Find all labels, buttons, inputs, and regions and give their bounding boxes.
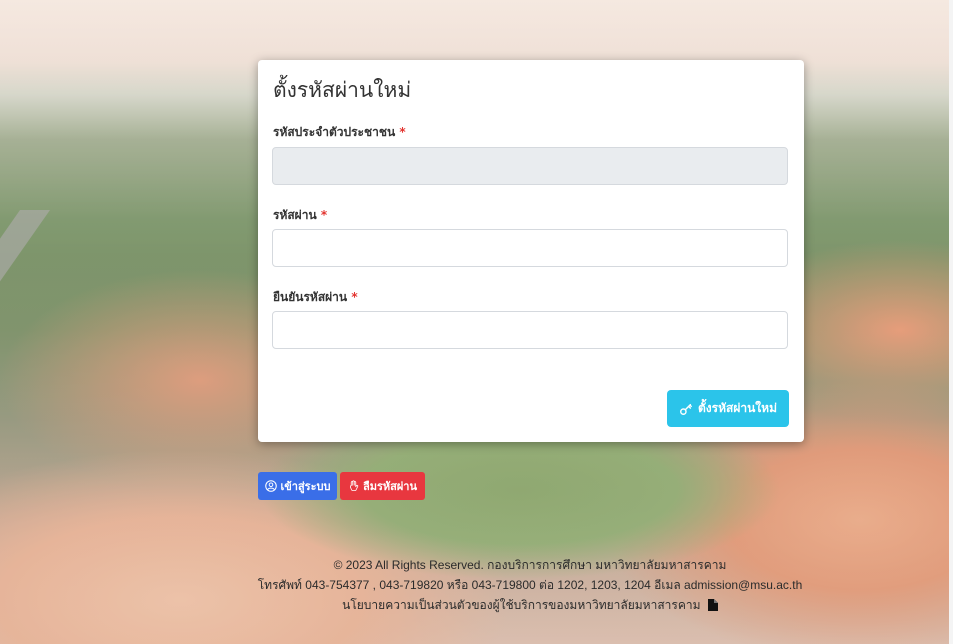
- footer-privacy: นโยบายความเป็นส่วนตัวของผู้ใช้บริการของม…: [230, 596, 830, 615]
- forgot-password-button[interactable]: ลืมรหัสผ่าน: [340, 472, 425, 500]
- id-card-field[interactable]: [272, 147, 788, 185]
- privacy-policy-link[interactable]: นโยบายความเป็นส่วนตัวของผู้ใช้บริการของม…: [342, 598, 700, 612]
- required-mark: *: [399, 125, 406, 139]
- page-edge: [949, 0, 953, 644]
- password-label: รหัสผ่าน *: [273, 208, 328, 222]
- confirm-password-field[interactable]: [272, 311, 788, 349]
- user-circle-icon: [264, 480, 277, 492]
- required-mark: *: [351, 290, 358, 304]
- footer-contact: โทรศัพท์ 043-754377 , 043-719820 หรือ 04…: [257, 578, 803, 592]
- confirm-password-label: ยืนยันรหัสผ่าน *: [273, 290, 358, 304]
- set-new-password-button[interactable]: ตั้งรหัสผ่านใหม่: [667, 390, 789, 427]
- id-card-label: รหัสประจำตัวประชาชน *: [273, 125, 406, 139]
- hand-icon: [348, 480, 359, 492]
- password-field[interactable]: [272, 229, 788, 267]
- file-icon[interactable]: [707, 599, 718, 611]
- footer-copyright: © 2023 All Rights Reserved. กองบริการการ…: [333, 558, 727, 572]
- reset-password-card: ตั้งรหัสผ่านใหม่ รหัสประจำตัวประชาชน * ร…: [258, 60, 804, 442]
- required-mark: *: [320, 208, 328, 222]
- login-button[interactable]: เข้าสู่ระบบ: [258, 472, 337, 500]
- page-title: ตั้งรหัสผ่านใหม่: [273, 78, 412, 102]
- key-icon: [679, 402, 693, 416]
